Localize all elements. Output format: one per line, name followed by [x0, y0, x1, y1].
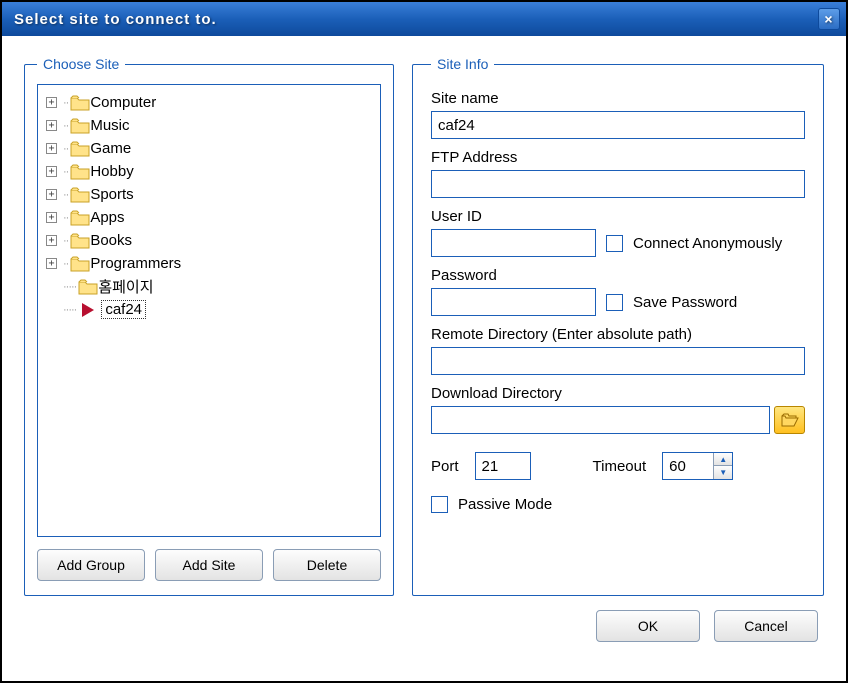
tree-item-label: Apps [90, 209, 124, 226]
tree-item-selected[interactable]: ·····caf24 [42, 298, 376, 321]
site-tree[interactable]: +··Computer+··Music+··Game+··Hobby+··Spo… [37, 84, 381, 537]
folder-open-icon [781, 413, 799, 427]
delete-button[interactable]: Delete [273, 549, 381, 581]
save-password-label: Save Password [633, 294, 737, 311]
tree-item-label: Hobby [90, 163, 133, 180]
expand-icon[interactable]: + [46, 189, 57, 200]
tree-item[interactable]: +··Hobby [42, 160, 376, 183]
spinner-down-icon[interactable]: ▼ [714, 466, 732, 479]
choose-site-group: Choose Site +··Computer+··Music+··Game+·… [24, 56, 394, 596]
timeout-spinner[interactable]: ▲ ▼ [662, 452, 733, 480]
user-id-input[interactable] [431, 229, 596, 257]
close-button[interactable]: × [818, 8, 840, 30]
spinner-up-icon[interactable]: ▲ [714, 453, 732, 466]
download-directory-input[interactable] [431, 406, 770, 434]
timeout-label: Timeout [593, 458, 647, 475]
site-info-group: Site Info Site name FTP Address User ID … [412, 56, 824, 596]
folder-icon [70, 256, 90, 272]
passive-mode-checkbox[interactable] [431, 496, 448, 513]
expand-icon[interactable]: + [46, 212, 57, 223]
tree-item-label: Sports [90, 186, 133, 203]
tree-item[interactable]: +··Game [42, 137, 376, 160]
expand-icon[interactable]: + [46, 258, 57, 269]
site-name-label: Site name [431, 90, 805, 107]
cancel-button[interactable]: Cancel [714, 610, 818, 642]
connect-anonymously-label: Connect Anonymously [633, 235, 782, 252]
close-icon: × [824, 11, 833, 27]
port-label: Port [431, 458, 459, 475]
site-name-input[interactable] [431, 111, 805, 139]
user-id-label: User ID [431, 208, 805, 225]
folder-icon [70, 233, 90, 249]
folder-icon [70, 187, 90, 203]
tree-item-label: Game [90, 140, 131, 157]
remote-directory-label: Remote Directory (Enter absolute path) [431, 326, 805, 343]
folder-icon [70, 164, 90, 180]
password-label: Password [431, 267, 805, 284]
tree-item-label: Computer [90, 94, 156, 111]
tree-item-label: Music [90, 117, 129, 134]
tree-item-label: Books [90, 232, 132, 249]
tree-item[interactable]: +··Apps [42, 206, 376, 229]
expand-icon[interactable]: + [46, 120, 57, 131]
folder-icon [70, 141, 90, 157]
site-arrow-icon [82, 303, 94, 317]
site-info-legend: Site Info [431, 56, 494, 72]
timeout-input[interactable] [663, 453, 713, 479]
expand-icon[interactable]: + [46, 235, 57, 246]
tree-item[interactable]: ·····홈페이지 [42, 275, 376, 298]
folder-icon [70, 95, 90, 111]
remote-directory-input[interactable] [431, 347, 805, 375]
folder-icon [70, 210, 90, 226]
tree-item-label: Programmers [90, 255, 181, 272]
ftp-address-input[interactable] [431, 170, 805, 198]
tree-item[interactable]: +··Programmers [42, 252, 376, 275]
choose-site-legend: Choose Site [37, 56, 125, 72]
window-title: Select site to connect to. [14, 11, 217, 28]
folder-icon [70, 118, 90, 134]
tree-item[interactable]: +··Sports [42, 183, 376, 206]
tree-item[interactable]: +··Computer [42, 91, 376, 114]
tree-item-label: 홈페이지 [98, 276, 153, 297]
expand-icon[interactable]: + [46, 143, 57, 154]
tree-item[interactable]: +··Music [42, 114, 376, 137]
expand-icon[interactable]: + [46, 166, 57, 177]
folder-icon [78, 279, 98, 295]
connect-anonymously-checkbox[interactable] [606, 235, 623, 252]
expand-icon[interactable]: + [46, 97, 57, 108]
save-password-checkbox[interactable] [606, 294, 623, 311]
add-site-button[interactable]: Add Site [155, 549, 263, 581]
tree-item-label: caf24 [102, 301, 145, 318]
titlebar: Select site to connect to. × [2, 2, 846, 36]
passive-mode-label: Passive Mode [458, 496, 552, 513]
download-directory-label: Download Directory [431, 385, 805, 402]
ftp-address-label: FTP Address [431, 149, 805, 166]
add-group-button[interactable]: Add Group [37, 549, 145, 581]
password-input[interactable] [431, 288, 596, 316]
port-input[interactable] [475, 452, 531, 480]
browse-button[interactable] [774, 406, 805, 434]
tree-item[interactable]: +··Books [42, 229, 376, 252]
ok-button[interactable]: OK [596, 610, 700, 642]
